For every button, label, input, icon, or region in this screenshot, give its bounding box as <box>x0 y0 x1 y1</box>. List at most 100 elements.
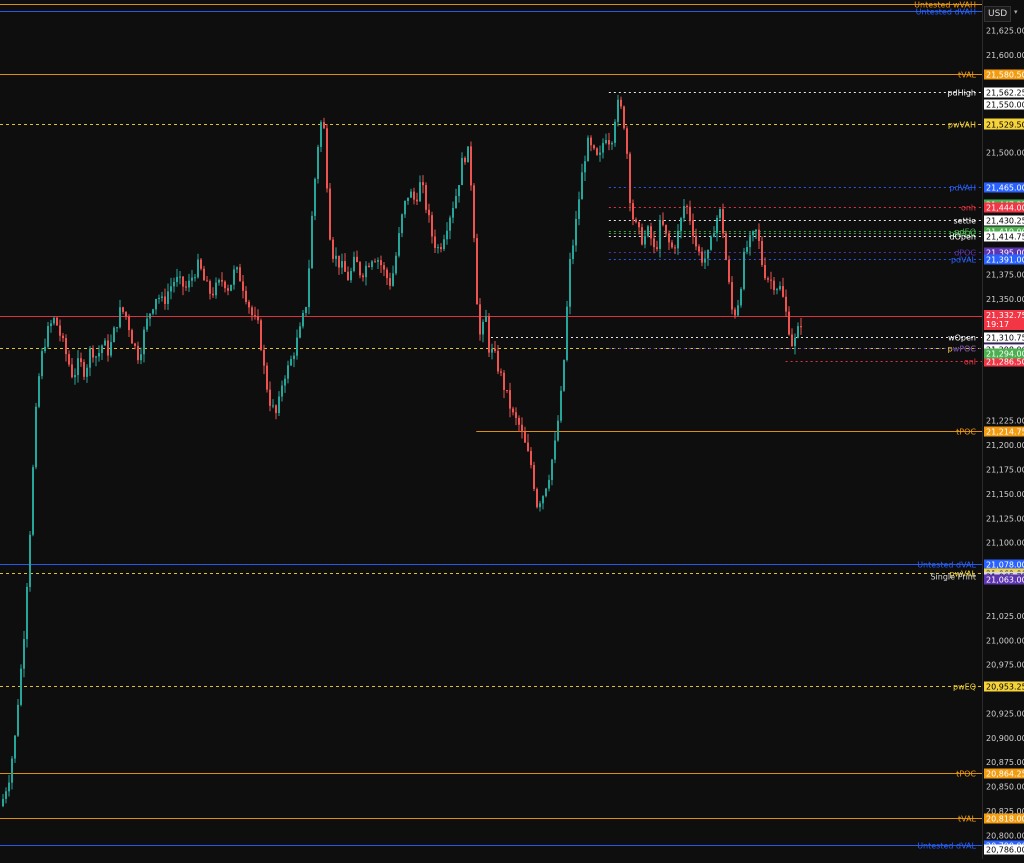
candle-body <box>626 128 628 154</box>
candle-body <box>563 359 565 391</box>
candle-body <box>356 256 358 263</box>
candle-body <box>758 229 760 242</box>
candle-body <box>359 262 361 276</box>
candle-body <box>380 260 382 266</box>
candle-body <box>737 305 739 316</box>
candle-body <box>152 309 154 314</box>
candle-body <box>365 265 367 278</box>
candle-body <box>428 209 430 216</box>
candle-body <box>623 106 625 129</box>
candle-body <box>680 218 682 231</box>
candle-body <box>227 288 229 291</box>
candle-body <box>236 267 238 270</box>
candle-body <box>284 378 286 386</box>
candle-body <box>434 236 436 248</box>
candle-body <box>143 329 145 355</box>
candle-body <box>2 798 4 807</box>
candle-body <box>128 316 130 331</box>
candle-body <box>491 348 493 353</box>
axis-tick-label: 20,850.00 <box>986 783 1024 792</box>
level-name: pwVAH <box>948 121 976 130</box>
candle-body <box>278 396 280 414</box>
candle-body <box>593 145 595 149</box>
candle-body <box>566 306 568 360</box>
candle-body <box>59 325 61 336</box>
candle-body <box>779 286 781 290</box>
candle-body <box>125 311 127 317</box>
candle-body <box>611 142 613 145</box>
candle-body <box>497 350 499 372</box>
candle-body <box>20 668 22 705</box>
candle-body <box>341 261 343 268</box>
level-name: pwEQ <box>953 683 976 692</box>
candle-body <box>107 340 109 356</box>
candle-body <box>755 229 757 232</box>
candle-body <box>248 301 250 308</box>
candle-body <box>104 340 106 346</box>
price-axis[interactable]: 21,625.00 21,600.00 21,500.00 21,375.00 21,3… <box>982 0 1024 859</box>
candle-body <box>305 307 307 313</box>
candle-body <box>47 326 49 347</box>
candle-body <box>488 316 490 353</box>
candle-body <box>293 355 295 360</box>
level-name: tPOC <box>956 428 976 437</box>
candle-body <box>641 227 643 245</box>
candle-body <box>140 354 142 361</box>
candle-body <box>74 375 76 378</box>
candle-body <box>269 389 271 406</box>
candle-body <box>209 281 211 294</box>
level-name: pdHigh <box>947 89 976 98</box>
candle-body <box>26 586 28 640</box>
candle-body <box>371 261 373 267</box>
chart-area[interactable]: Untested wVAH Untested dVAH tVAL pdHigh pwVA… <box>0 0 982 859</box>
level-price-label: 21,444.00 <box>986 204 1024 213</box>
candle-body <box>500 371 502 373</box>
candle-body <box>119 307 121 328</box>
candle-body <box>467 146 469 163</box>
candle-body <box>410 191 412 198</box>
candle-body <box>257 316 259 321</box>
chevron-down-icon[interactable]: ▾ <box>1014 8 1018 16</box>
candle-body <box>698 246 700 252</box>
candle-body <box>14 735 16 759</box>
candle-body <box>116 327 118 329</box>
candle-body <box>65 338 67 355</box>
level-price-label: 20,953.25 <box>986 683 1024 692</box>
axis-tick-label: 21,500.00 <box>986 148 1024 157</box>
candle-body <box>782 286 784 297</box>
candle-body <box>386 269 388 279</box>
candle-body <box>458 185 460 197</box>
candle-body <box>686 205 688 207</box>
candle-body <box>122 307 124 312</box>
candle-body <box>329 188 331 240</box>
candle-body <box>539 503 541 508</box>
candle-body <box>287 365 289 379</box>
axis-tick-label: 21,000.00 <box>986 636 1024 645</box>
candle-body <box>110 342 112 356</box>
candle-body <box>212 293 214 296</box>
currency-button[interactable]: USD <box>984 6 1012 22</box>
candle-body <box>710 236 712 250</box>
candle-body <box>695 235 697 247</box>
candle-body <box>449 217 451 231</box>
candle-body <box>590 137 592 146</box>
candle-body <box>659 220 661 249</box>
candle-body <box>656 247 658 249</box>
candle-body <box>476 238 478 305</box>
candle-body <box>752 231 754 236</box>
candle-body <box>308 268 310 308</box>
candle-body <box>554 440 556 460</box>
candle-body <box>494 348 496 351</box>
candle-body <box>131 330 133 344</box>
price-chart[interactable]: Untested wVAHUntested dVAHtVALpdHighpwVA… <box>0 0 982 859</box>
level-price-label: 21,562.25 <box>986 89 1024 98</box>
candle-body <box>800 326 802 328</box>
candle-body <box>401 214 403 234</box>
candle-body <box>671 242 673 248</box>
candle-body <box>23 639 25 669</box>
candle-body <box>332 239 334 259</box>
candle-body <box>647 226 649 236</box>
candle-body <box>797 326 799 338</box>
level-name: Untested dVAL <box>917 561 976 570</box>
candle-body <box>722 209 724 234</box>
